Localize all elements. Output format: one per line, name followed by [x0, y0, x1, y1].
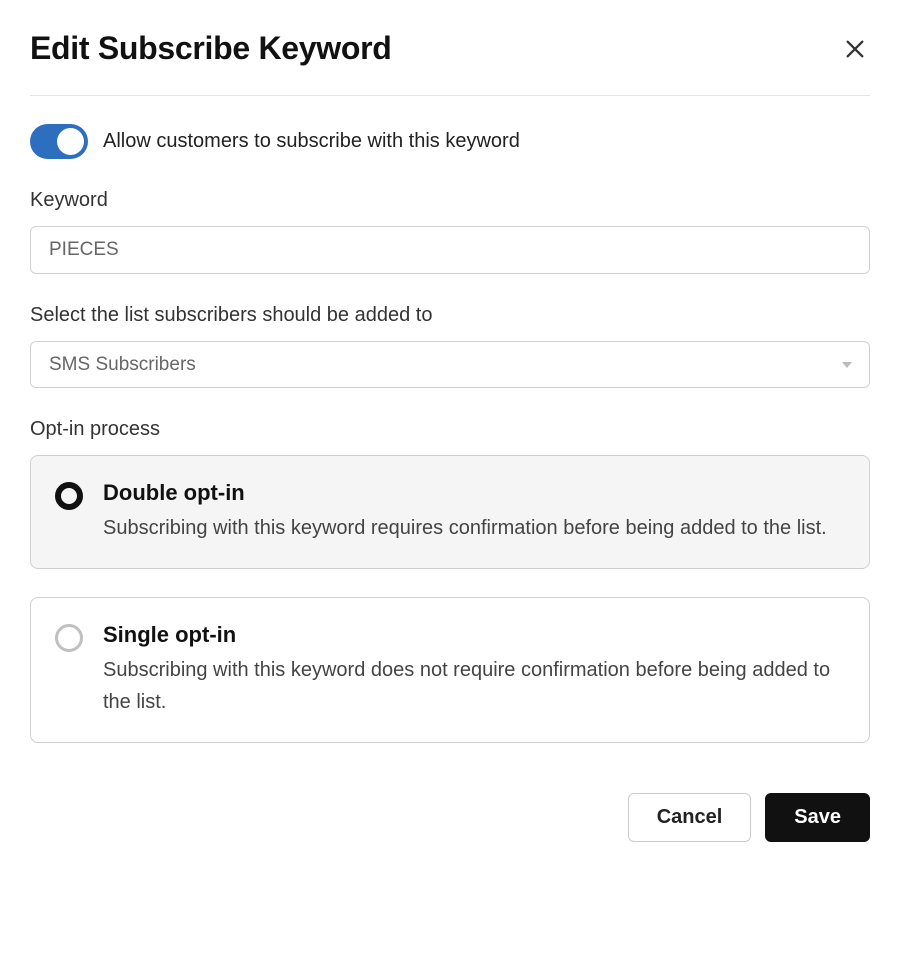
optin-double-title: Double opt-in [103, 480, 845, 506]
list-select[interactable]: SMS Subscribers [30, 341, 870, 388]
optin-single-title: Single opt-in [103, 622, 845, 648]
radio-selected-icon [55, 482, 83, 510]
save-button[interactable]: Save [765, 793, 870, 842]
close-icon [844, 38, 866, 60]
optin-label: Opt-in process [30, 418, 870, 441]
optin-single-card[interactable]: Single opt-in Subscribing with this keyw… [30, 597, 870, 743]
edit-subscribe-keyword-modal: Edit Subscribe Keyword Allow customers t… [0, 0, 900, 872]
toggle-knob [57, 128, 84, 155]
allow-subscribe-toggle-row: Allow customers to subscribe with this k… [30, 124, 870, 159]
allow-subscribe-toggle[interactable] [30, 124, 88, 159]
close-button[interactable] [840, 34, 870, 64]
modal-header: Edit Subscribe Keyword [30, 30, 870, 96]
toggle-label: Allow customers to subscribe with this k… [103, 130, 520, 153]
modal-title: Edit Subscribe Keyword [30, 30, 391, 67]
optin-single-desc: Subscribing with this keyword does not r… [103, 654, 845, 718]
optin-double-card[interactable]: Double opt-in Subscribing with this keyw… [30, 455, 870, 569]
modal-footer: Cancel Save [30, 793, 870, 842]
keyword-label: Keyword [30, 189, 870, 212]
radio-unselected-icon [55, 624, 83, 652]
radio-content: Single opt-in Subscribing with this keyw… [103, 622, 845, 718]
radio-content: Double opt-in Subscribing with this keyw… [103, 480, 845, 544]
optin-double-desc: Subscribing with this keyword requires c… [103, 512, 845, 544]
list-select-wrap: SMS Subscribers [30, 341, 870, 388]
keyword-input[interactable] [30, 226, 870, 274]
cancel-button[interactable]: Cancel [628, 793, 752, 842]
list-select-label: Select the list subscribers should be ad… [30, 304, 870, 327]
